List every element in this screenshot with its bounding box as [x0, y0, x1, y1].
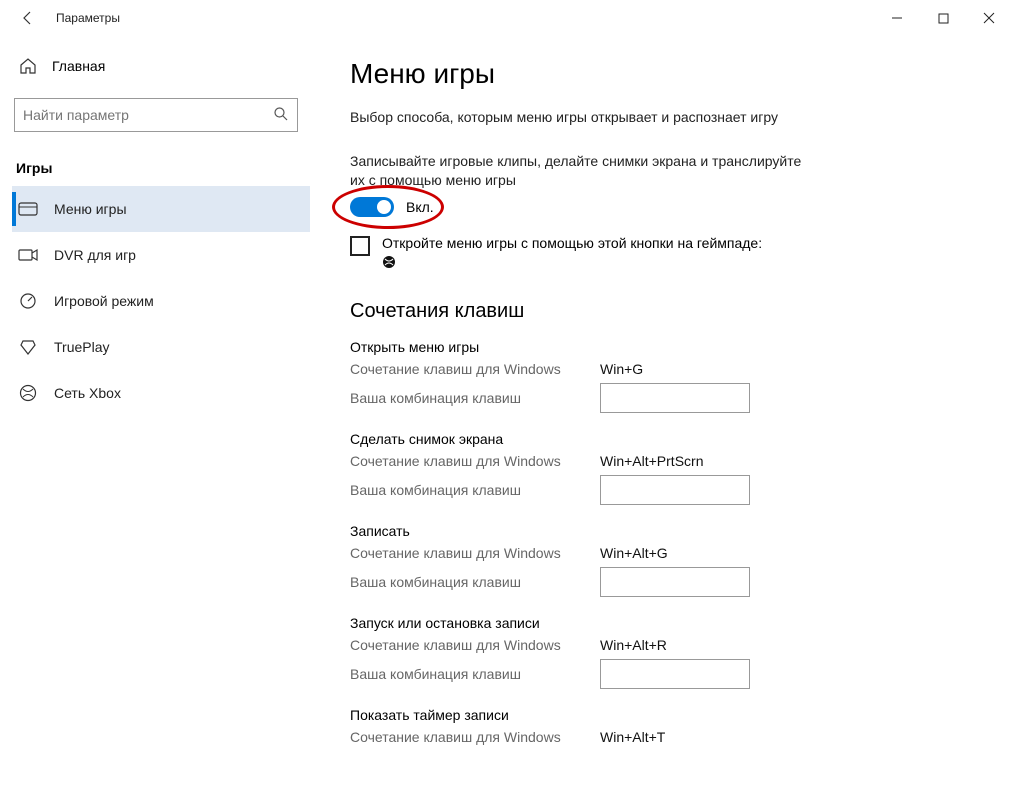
shortcut-title: Открыть меню игры — [350, 339, 982, 355]
window-title: Параметры — [56, 11, 120, 25]
shortcut-user-label: Ваша комбинация клавиш — [350, 390, 600, 406]
shortcut-title: Сделать снимок экрана — [350, 431, 982, 447]
sidebar-item-label: Игровой режим — [54, 293, 154, 309]
shortcut-group-timer: Показать таймер записи Сочетание клавиш … — [350, 707, 982, 745]
shortcut-win-label: Сочетание клавиш для Windows — [350, 729, 600, 745]
shortcut-win-label: Сочетание клавиш для Windows — [350, 545, 600, 561]
xbox-icon — [18, 383, 38, 403]
shortcut-win-label: Сочетание клавиш для Windows — [350, 453, 600, 469]
search-field[interactable] — [23, 107, 273, 123]
shortcut-win-value: Win+Alt+R — [600, 637, 667, 653]
sidebar: Главная Игры Меню игры DVR для игр — [0, 36, 310, 789]
back-button[interactable] — [8, 0, 48, 36]
sidebar-item-label: Меню игры — [54, 201, 127, 217]
sidebar-item-label: Сеть Xbox — [54, 385, 121, 401]
window-controls — [874, 0, 1012, 36]
shortcut-group-start-stop: Запуск или остановка записи Сочетание кл… — [350, 615, 982, 689]
gamebar-toggle-row: Вкл. — [350, 197, 982, 217]
sidebar-item-xbox[interactable]: Сеть Xbox — [12, 370, 310, 416]
gamepad-checkbox[interactable] — [350, 236, 370, 256]
gamepad-checkbox-label: Откройте меню игры с помощью этой кнопки… — [382, 235, 762, 251]
gamepad-checkbox-row: Откройте меню игры с помощью этой кнопки… — [350, 235, 982, 272]
shortcut-user-input[interactable] — [600, 659, 750, 689]
home-label: Главная — [52, 58, 105, 74]
sidebar-item-label: TruePlay — [54, 339, 110, 355]
shortcut-group-screenshot: Сделать снимок экрана Сочетание клавиш д… — [350, 431, 982, 505]
home-link[interactable]: Главная — [12, 48, 310, 84]
minimize-button[interactable] — [874, 0, 920, 36]
shortcut-win-value: Win+G — [600, 361, 643, 377]
shortcut-win-value: Win+Alt+PrtScrn — [600, 453, 703, 469]
sidebar-item-game-mode[interactable]: Игровой режим — [12, 278, 310, 324]
shortcut-user-label: Ваша комбинация клавиш — [350, 666, 600, 682]
gauge-icon — [18, 291, 38, 311]
toggle-state-label: Вкл. — [406, 199, 434, 215]
sidebar-item-dvr[interactable]: DVR для игр — [12, 232, 310, 278]
page-description-1: Выбор способа, которым меню игры открыва… — [350, 108, 800, 128]
shortcut-title: Записать — [350, 523, 982, 539]
xbox-guide-icon — [382, 255, 762, 272]
shortcut-user-label: Ваша комбинация клавиш — [350, 574, 600, 590]
search-input[interactable] — [14, 98, 298, 132]
search-icon — [273, 106, 289, 125]
dvr-icon — [18, 245, 38, 265]
shortcut-win-label: Сочетание клавиш для Windows — [350, 361, 600, 377]
shortcut-win-value: Win+Alt+G — [600, 545, 668, 561]
home-icon — [18, 56, 38, 76]
close-button[interactable] — [966, 0, 1012, 36]
page-description-2: Записывайте игровые клипы, делайте снимк… — [350, 152, 810, 191]
shortcut-win-value: Win+Alt+T — [600, 729, 665, 745]
sidebar-item-label: DVR для игр — [54, 247, 136, 263]
titlebar: Параметры — [0, 0, 1012, 36]
sidebar-item-game-bar[interactable]: Меню игры — [12, 186, 310, 232]
shortcut-user-input[interactable] — [600, 383, 750, 413]
shortcut-user-label: Ваша комбинация клавиш — [350, 482, 600, 498]
shortcut-title: Запуск или остановка записи — [350, 615, 982, 631]
main-content: Меню игры Выбор способа, которым меню иг… — [310, 36, 1012, 789]
gamebar-toggle[interactable] — [350, 197, 394, 217]
shortcut-title: Показать таймер записи — [350, 707, 982, 723]
category-header: Игры — [12, 150, 310, 186]
gamebar-icon — [18, 199, 38, 219]
shortcut-user-input[interactable] — [600, 567, 750, 597]
shortcuts-heading: Сочетания клавиш — [350, 300, 982, 323]
trueplay-icon — [18, 337, 38, 357]
shortcut-user-input[interactable] — [600, 475, 750, 505]
maximize-button[interactable] — [920, 0, 966, 36]
shortcut-win-label: Сочетание клавиш для Windows — [350, 637, 600, 653]
sidebar-item-trueplay[interactable]: TruePlay — [12, 324, 310, 370]
shortcut-group-record: Записать Сочетание клавиш для Windows Wi… — [350, 523, 982, 597]
page-title: Меню игры — [350, 58, 982, 90]
shortcut-group-open: Открыть меню игры Сочетание клавиш для W… — [350, 339, 982, 413]
